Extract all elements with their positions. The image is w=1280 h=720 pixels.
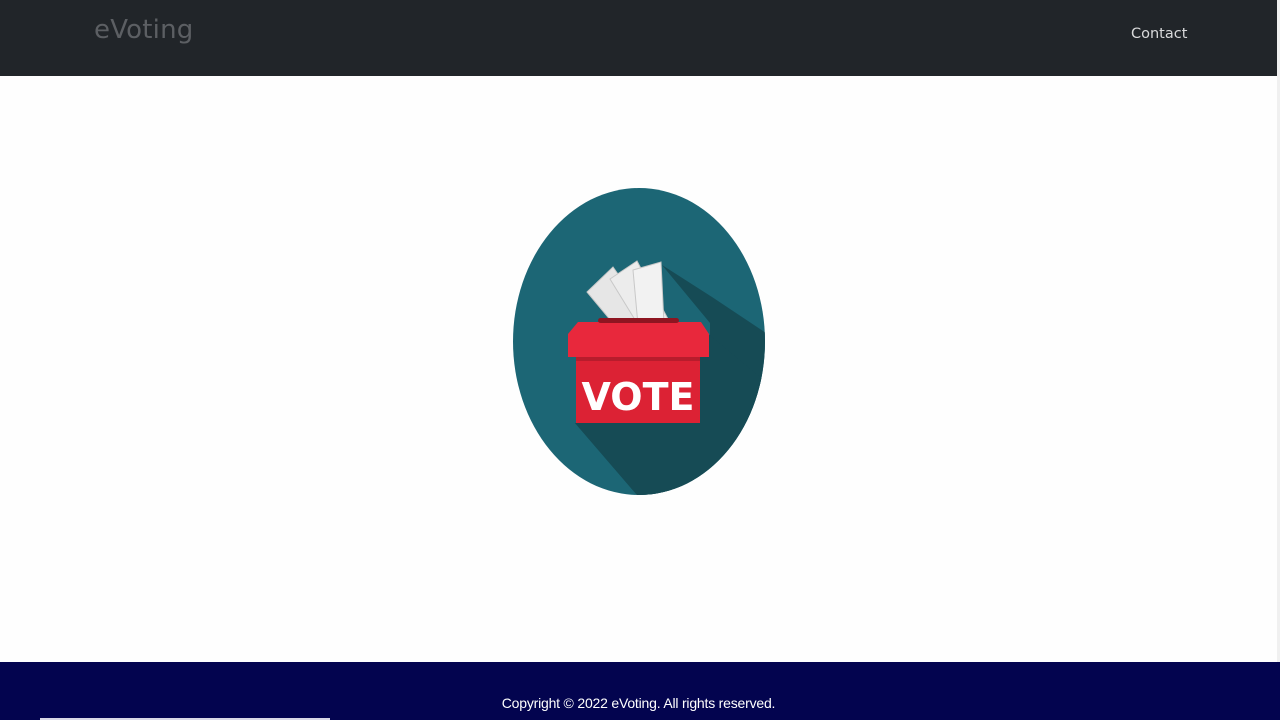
ballot-box-vote-icon: VOTE <box>513 188 765 495</box>
box-vote-label: VOTE <box>582 375 695 419</box>
navbar: eVoting Contact <box>0 0 1277 76</box>
brand-link[interactable]: eVoting <box>94 15 193 45</box>
hero-image: VOTE <box>512 187 766 496</box>
box-lid <box>568 322 709 357</box>
nav-link-contact[interactable]: Contact <box>1131 26 1187 42</box>
copyright-text: Copyright © 2022 eVoting. All rights res… <box>501 695 776 711</box>
page: eVoting Contact VOTE Copyright © 2022 eV… <box>0 0 1280 720</box>
footer: Copyright © 2022 eVoting. All rights res… <box>0 662 1280 720</box>
